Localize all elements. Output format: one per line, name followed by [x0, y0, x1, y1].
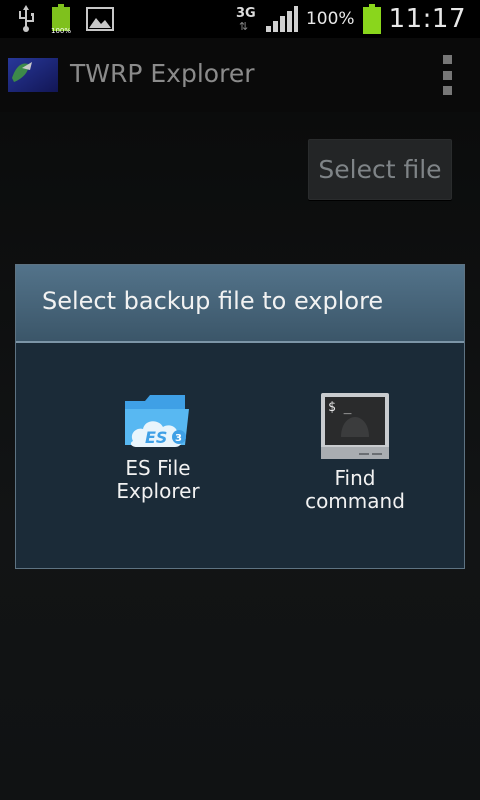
usb-icon — [19, 5, 34, 32]
status-bar: 100% 3G ⇅ 100% 11:17 — [0, 0, 480, 38]
status-left-icons: 100% — [16, 4, 114, 35]
network-type: 3G — [235, 6, 256, 21]
es-file-explorer-icon: ES 3 — [125, 395, 189, 447]
select-file-button[interactable]: Select file — [308, 139, 452, 200]
svg-text:ES: ES — [145, 428, 167, 447]
app-icon[interactable] — [8, 58, 58, 92]
terminal-icon: $ _ — [321, 393, 389, 459]
clock: 11:17 — [388, 4, 466, 34]
image-icon — [86, 7, 114, 31]
svg-text:3: 3 — [175, 433, 182, 444]
signal-icon — [265, 6, 298, 32]
app-title: TWRP Explorer — [70, 59, 255, 88]
action-bar: TWRP Explorer — [0, 38, 480, 112]
network-3g-icon: 3G ⇅ — [235, 6, 256, 33]
battery-small-percent: 100% — [50, 27, 71, 35]
find-command-label-2: command — [305, 489, 405, 513]
dialog-header: Select backup file to explore — [16, 265, 464, 341]
es-file-explorer-label-2: Explorer — [116, 479, 200, 503]
find-command-label-1: Find — [334, 466, 376, 490]
es-file-explorer-option[interactable]: ES 3 ES File Explorer — [78, 391, 238, 503]
select-backup-dialog: Select backup file to explore ES 3 ES Fi… — [15, 264, 465, 569]
overflow-menu-icon[interactable] — [440, 55, 454, 95]
status-right-icons: 3G ⇅ 100% 11:17 — [236, 0, 466, 38]
battery-percent: 100% — [305, 9, 355, 29]
dialog-title: Select backup file to explore — [42, 287, 384, 315]
es-file-explorer-label-1: ES File — [125, 456, 191, 480]
battery-icon — [362, 4, 381, 34]
battery-small-icon: 100% — [50, 4, 72, 35]
find-command-option[interactable]: $ _ Find command — [275, 391, 435, 513]
svg-text:$ _: $ _ — [328, 400, 352, 415]
